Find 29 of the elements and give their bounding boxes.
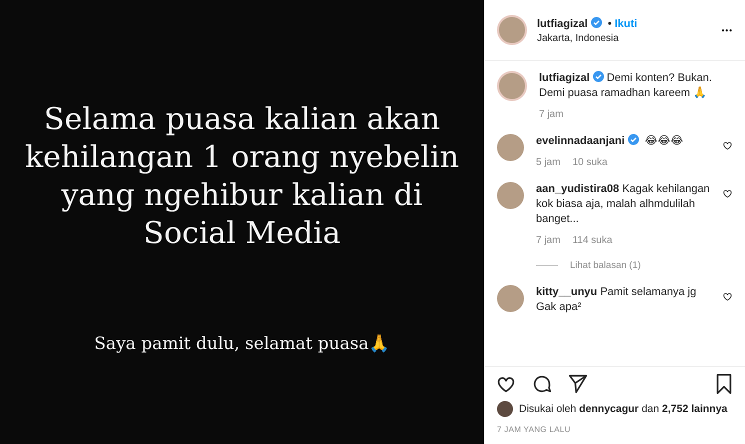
post-time[interactable]: 7 JAM YANG LALU [485,417,745,444]
heart-icon[interactable] [722,188,733,199]
follow-button[interactable]: Ikuti [614,18,638,30]
send-icon[interactable] [567,373,589,395]
heart-icon[interactable] [722,291,733,302]
username[interactable]: evelinnadaanjani [536,135,625,147]
caption-text: lutfiagizal Demi konten? Bukan. Demi puasa ramadhan kareem 🙏 [539,71,713,101]
like-count[interactable]: 114 suka [572,235,612,246]
username[interactable]: kitty__unyu [536,286,598,298]
post-headline: Selama puasa kalian akan kehilangan 1 orang nyebelin yang ngehibur kalian di Social Media [24,100,460,252]
comment-time[interactable]: 5 jam [536,157,560,168]
separator-dot: • [608,18,612,30]
likes-text: Disukai oleh dennycagur dan 2,752 lainnya [519,403,728,415]
username[interactable]: aan_yudistira08 [536,183,620,195]
username[interactable]: lutfiagizal [537,18,588,30]
more-button[interactable]: ••• [722,26,733,34]
comment-text: evelinnadaanjani 😂😂😂 [536,134,684,149]
avatar[interactable] [497,401,513,417]
comment-text: aan_yudistira08 Kagak kehilangan kok biasa aja, malah alhmdulilah banget... [536,182,710,227]
location[interactable]: Jakarta, Indonesia [537,32,638,44]
comment-time[interactable]: 7 jam [536,235,560,246]
post-footer-text: Saya pamit dulu, selamat puasa🙏 [94,332,390,354]
like-count[interactable]: 10 suka [572,157,608,168]
comment-text: kitty__unyu Pamit selamanya jg Gak apa² [536,285,698,315]
view-replies-button[interactable]: Lihat balasan (1) [570,260,641,271]
comment-time[interactable]: 7 jam [539,109,564,120]
heart-icon[interactable] [722,140,733,151]
comment-icon[interactable] [531,373,553,395]
username[interactable]: lutfiagizal [539,72,590,84]
